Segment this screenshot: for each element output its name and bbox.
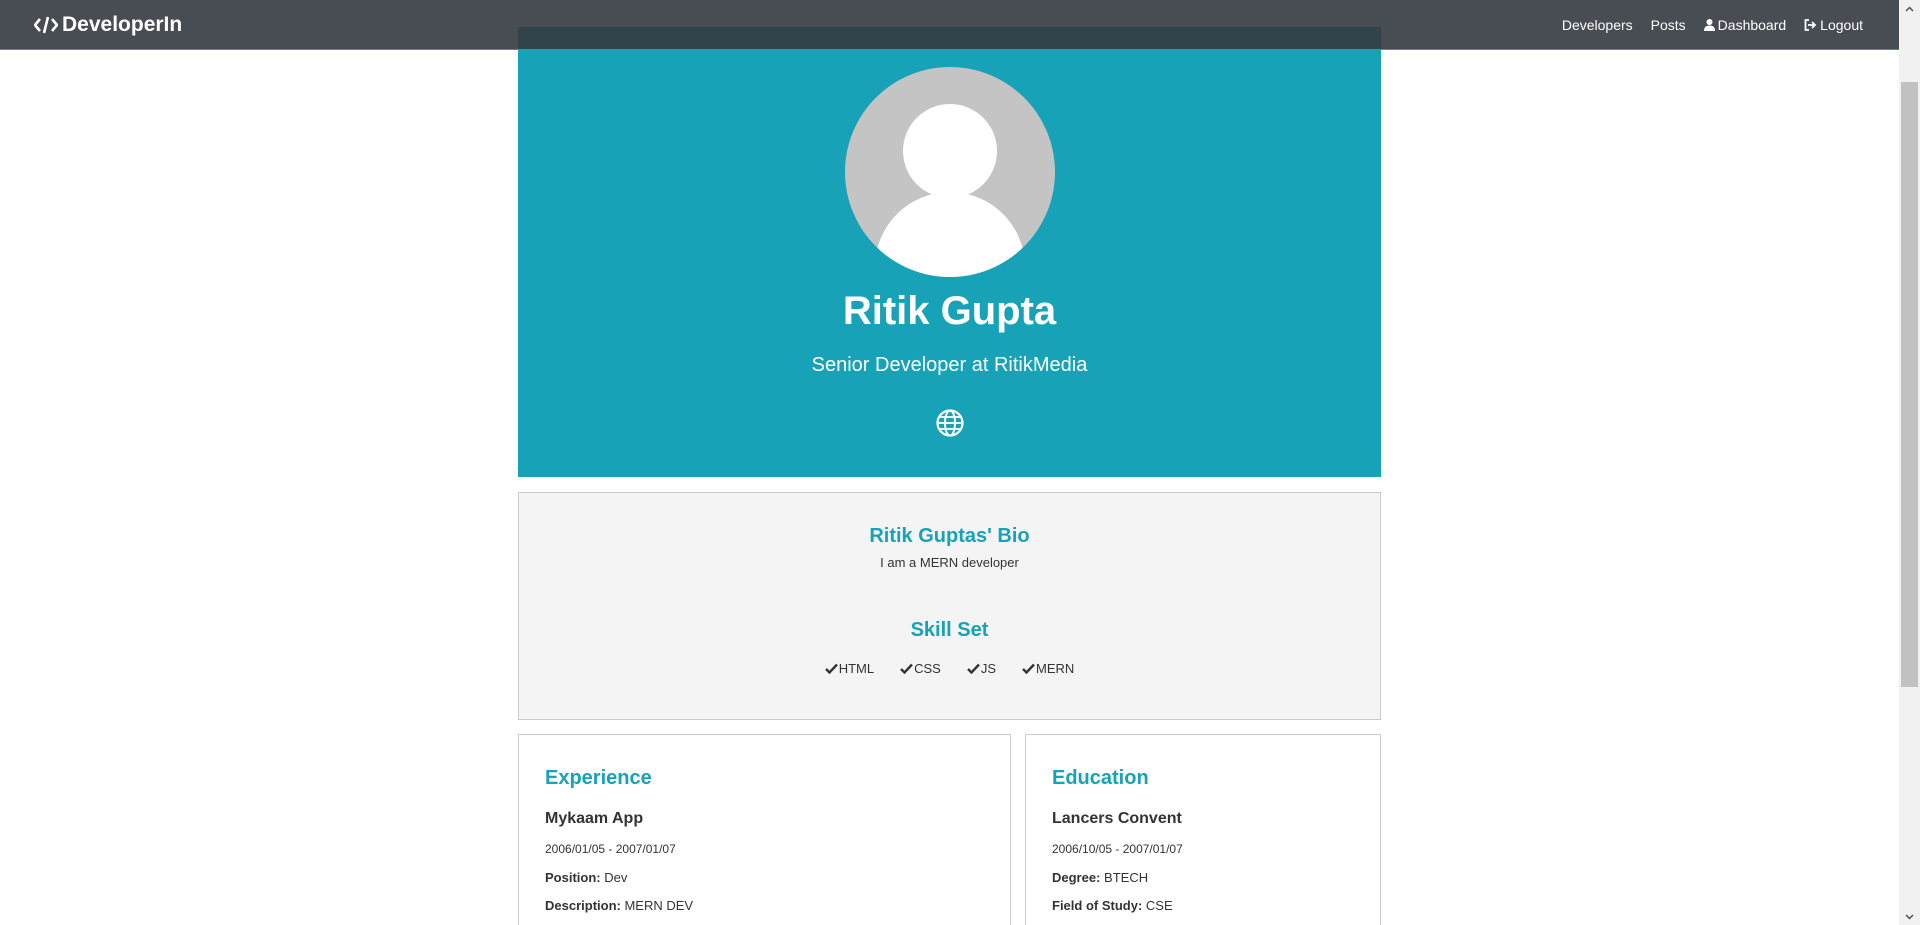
globe-icon[interactable] [936,409,964,437]
nav-developers-link[interactable]: Developers [1562,17,1633,33]
skill-label: MERN [1036,661,1075,676]
scroll-up-arrow-icon[interactable] [1899,0,1920,17]
bio-text: I am a MERN developer [880,555,1019,570]
experience-position: Position: Dev [545,870,627,885]
nav-developers-label: Developers [1561,16,1633,33]
profile-name: Ritik Gupta [842,289,1057,333]
position-value: Dev [604,870,628,885]
check-icon [1022,663,1035,674]
field-label: Field of Study: [1052,898,1143,913]
field-value: CSE [1145,898,1173,913]
position-label: Position: [545,870,601,885]
skill-item: JS [966,661,996,676]
education-school: Lancers Convent [1052,810,1182,827]
experience-card: Experience Mykaam App 2006/01/05 - 2007/… [518,734,1011,925]
bio-card: Ritik Guptas' Bio I am a MERN developer … [518,492,1381,720]
experience-company: Mykaam App [545,810,644,827]
nav-links: Developers Posts Dashboard Logout [1544,17,1863,33]
skills-heading: Skill Set [910,619,989,641]
nav-dashboard-link[interactable]: Dashboard [1703,16,1787,33]
scrollbar-thumb[interactable] [1901,82,1918,687]
skill-label: HTML [838,661,875,676]
nav-dashboard-label: Dashboard [1717,16,1787,33]
user-icon [1703,18,1715,31]
nav-posts-link[interactable]: Posts [1651,17,1686,33]
degree-value: BTECH [1104,870,1149,885]
avatar-body [875,192,1025,277]
sign-out-icon [1804,18,1817,31]
check-icon [824,663,838,674]
skill-item: MERN [1022,661,1074,676]
skill-item: HTML [824,661,875,676]
skill-item: CSS [900,661,941,676]
skills-list: HTML CSS JS MERN [519,661,1380,676]
experience-heading: Experience [545,767,652,789]
avatar-head [903,104,997,198]
brand-name: DeveloperIn [62,12,183,36]
education-dates: 2006/10/05 - 2007/01/07 [1052,842,1183,856]
profile-header-card: Ritik Gupta Senior Developer at RitikMed… [518,27,1381,477]
degree-label: Degree: [1052,870,1101,885]
check-icon [966,663,980,674]
scroll-down-arrow-icon[interactable] [1899,908,1920,925]
skill-label: JS [980,661,996,676]
nav-logout-link[interactable]: Logout [1804,17,1863,33]
navbar: DeveloperIn Developers Posts Dashboard L… [0,0,1899,50]
profile-title: Senior Developer at RitikMedia [811,354,1088,376]
education-card: Education Lancers Convent 2006/10/05 - 2… [1025,734,1381,925]
brand-link[interactable]: DeveloperIn [34,13,182,37]
education-heading: Education [1052,767,1149,789]
description-value: MERN DEV [624,898,694,913]
experience-dates: 2006/01/05 - 2007/01/07 [545,842,676,856]
skill-label: CSS [914,661,941,676]
check-icon [900,663,913,674]
education-degree: Degree: BTECH [1052,870,1148,885]
page-scrollbar[interactable] [1899,0,1920,925]
experience-description: Description: MERN DEV [545,898,693,913]
bio-heading: Ritik Guptas' Bio [869,525,1030,547]
code-icon [34,16,58,33]
nav-logout-label: Logout [1820,16,1863,33]
nav-posts-label: Posts [1650,16,1686,33]
description-label: Description: [545,898,621,913]
avatar [845,67,1055,277]
education-field: Field of Study: CSE [1052,898,1173,913]
